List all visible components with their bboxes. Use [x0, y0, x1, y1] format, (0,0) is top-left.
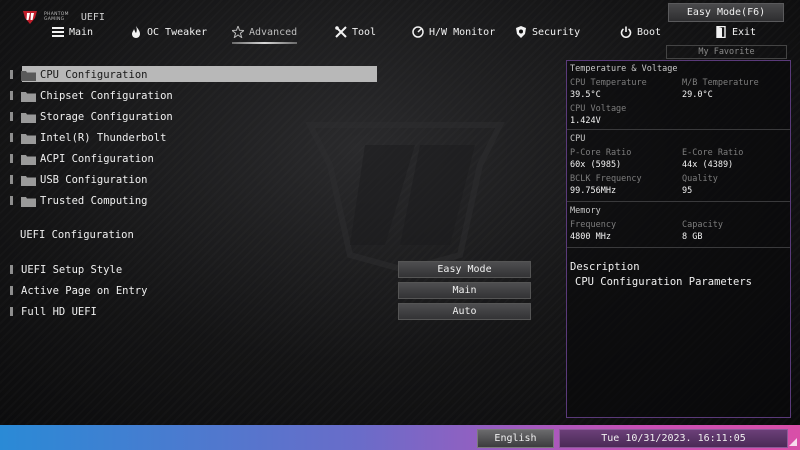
- menu-item-intel-thunderbolt[interactable]: Intel(R) Thunderbolt: [8, 127, 380, 148]
- grid-icon: [52, 27, 64, 37]
- folder-icon: [21, 154, 36, 165]
- setting-active-page-on-entry: Active Page on Entry Main: [8, 280, 533, 301]
- mb-temp-value: 29.0°C: [682, 90, 713, 100]
- info-divider: [567, 201, 790, 202]
- setting-bullet: [10, 265, 13, 274]
- flame-icon: [132, 26, 140, 38]
- info-divider: [567, 129, 790, 130]
- menu-bullet: [10, 112, 13, 121]
- menu-item-trusted-computing[interactable]: Trusted Computing: [8, 190, 380, 211]
- menu-item-cpu-configuration[interactable]: CPU Configuration: [8, 64, 380, 85]
- cpu-section-title: CPU: [570, 134, 586, 144]
- exit-icon: [716, 26, 726, 38]
- bclk-label: BCLK Frequency: [570, 174, 642, 184]
- tab-oc-tweaker[interactable]: OC Tweaker: [130, 22, 207, 42]
- datetime-display: Tue 10/31/2023. 16:11:05: [559, 429, 788, 448]
- memory-section-title: Memory: [570, 206, 601, 216]
- star-icon: [232, 26, 244, 38]
- description-title: Description: [570, 261, 640, 273]
- menu-bullet: [10, 175, 13, 184]
- hardware-info-panel: Temperature & Voltage CPU Temperature M/…: [566, 60, 791, 418]
- full-hd-uefi-select[interactable]: Auto: [398, 303, 531, 320]
- resize-corner-icon: [789, 438, 797, 446]
- tab-tool[interactable]: Tool: [335, 22, 376, 42]
- folder-icon: [21, 175, 36, 186]
- active-page-select[interactable]: Main: [398, 282, 531, 299]
- shield-icon: [516, 26, 526, 38]
- temp-voltage-title: Temperature & Voltage: [570, 64, 678, 74]
- tab-boot[interactable]: Boot: [620, 22, 661, 42]
- menu-bullet: [10, 154, 13, 163]
- monitor-icon: [412, 26, 424, 38]
- frequency-value: 4800 MHz: [570, 232, 611, 242]
- my-favorite-button[interactable]: My Favorite: [666, 45, 787, 59]
- folder-icon: [21, 196, 36, 207]
- uefi-label: UEFI: [80, 11, 105, 23]
- setting-bullet: [10, 307, 13, 316]
- menu-bullet: [10, 133, 13, 142]
- uefi-settings: UEFI Setup Style Easy Mode Active Page o…: [8, 259, 533, 322]
- menu-item-usb-configuration[interactable]: USB Configuration: [8, 169, 380, 190]
- tab-main[interactable]: Main: [52, 22, 93, 42]
- ecore-ratio-value: 44x (4389): [682, 160, 734, 170]
- pcore-ratio-label: P-Core Ratio: [570, 148, 632, 158]
- bottom-bar: English Tue 10/31/2023. 16:11:05: [0, 425, 800, 450]
- cpu-voltage-value: 1.424V: [570, 116, 601, 126]
- menu-item-chipset-configuration[interactable]: Chipset Configuration: [8, 85, 380, 106]
- menu-bullet: [10, 91, 13, 100]
- folder-icon: [21, 70, 36, 81]
- uefi-setup-style-select[interactable]: Easy Mode: [398, 261, 531, 278]
- pcore-ratio-value: 60x (5985): [570, 160, 622, 170]
- info-divider: [567, 247, 790, 248]
- cpu-temp-value: 39.5°C: [570, 90, 601, 100]
- bclk-value: 99.756MHz: [570, 186, 617, 196]
- folder-icon: [21, 112, 36, 123]
- quality-value: 95: [682, 186, 693, 196]
- ecore-ratio-label: E-Core Ratio: [682, 148, 744, 158]
- brand-text: PHANTOM GAMING: [44, 12, 69, 22]
- frequency-label: Frequency: [570, 220, 617, 230]
- mb-temp-label: M/B Temperature: [682, 78, 759, 88]
- quality-label: Quality: [682, 174, 718, 184]
- tools-icon: [335, 26, 347, 38]
- tab-exit[interactable]: Exit: [715, 22, 756, 42]
- tab-advanced[interactable]: Advanced: [232, 22, 298, 44]
- setting-uefi-setup-style: UEFI Setup Style Easy Mode: [8, 259, 533, 280]
- description-text: CPU Configuration Parameters: [575, 276, 753, 288]
- tab-security[interactable]: Security: [515, 22, 580, 42]
- power-icon: [620, 26, 632, 38]
- cpu-temp-label: CPU Temperature: [570, 78, 647, 88]
- tab-hw-monitor[interactable]: H/W Monitor: [412, 22, 495, 42]
- easy-mode-button[interactable]: Easy Mode(F6): [668, 3, 784, 22]
- advanced-menu-list: CPU Configuration Chipset Configuration …: [8, 64, 380, 211]
- menu-bullet: [10, 70, 13, 79]
- capacity-label: Capacity: [682, 220, 723, 230]
- setting-full-hd-uefi: Full HD UEFI Auto: [8, 301, 533, 322]
- setting-bullet: [10, 286, 13, 295]
- cpu-voltage-label: CPU Voltage: [570, 104, 627, 114]
- menu-bullet: [10, 196, 13, 205]
- folder-icon: [21, 133, 36, 144]
- language-button[interactable]: English: [477, 429, 554, 448]
- menu-item-acpi-configuration[interactable]: ACPI Configuration: [8, 148, 380, 169]
- main-tabs: Main OC Tweaker Advanced Tool H/W Monito…: [0, 22, 800, 44]
- active-tab-underline: [232, 42, 298, 44]
- capacity-value: 8 GB: [682, 232, 703, 242]
- section-title: UEFI Configuration: [20, 229, 134, 241]
- folder-icon: [21, 91, 36, 102]
- menu-item-storage-configuration[interactable]: Storage Configuration: [8, 106, 380, 127]
